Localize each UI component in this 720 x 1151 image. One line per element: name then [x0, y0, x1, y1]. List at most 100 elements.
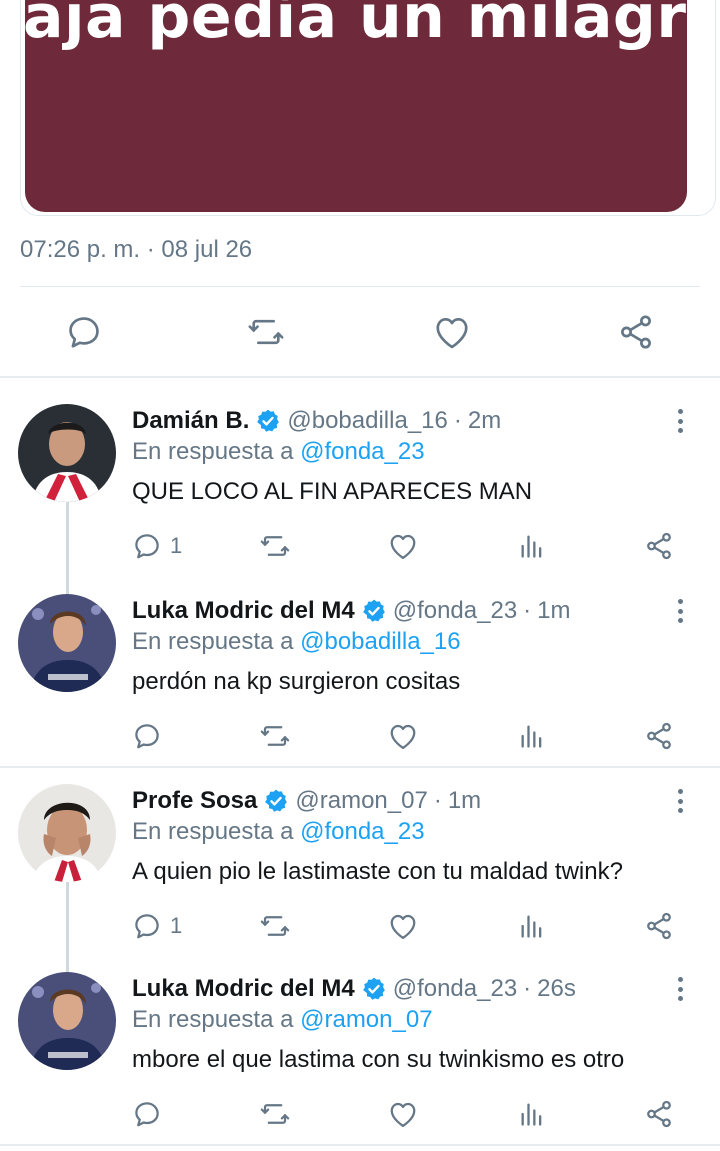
- analytics-button[interactable]: [518, 906, 546, 946]
- like-button[interactable]: [432, 312, 472, 352]
- reply-context: En respuesta a @fonda_23: [132, 438, 425, 466]
- more-options-icon[interactable]: [668, 596, 692, 626]
- retweet-icon: [248, 319, 284, 345]
- section-divider: [0, 376, 720, 378]
- tweet-header: Luka Modric del M4 @fonda_23 · 26s: [132, 972, 576, 1006]
- mention-link[interactable]: @fonda_23: [300, 818, 424, 845]
- tweet-header: Luka Modric del M4 @fonda_23 · 1m: [132, 594, 571, 628]
- share-button[interactable]: [644, 906, 674, 946]
- share-icon: [647, 722, 671, 750]
- tweet-text: mbore el que lastima con su twinkismo es…: [132, 1046, 625, 1073]
- tweet-text: A quien pio le lastimaste con tu maldad …: [132, 858, 623, 885]
- reply-icon: [69, 317, 99, 348]
- analytics-button[interactable]: [518, 1094, 546, 1134]
- avatar[interactable]: [18, 784, 116, 882]
- reply-count: 1: [170, 533, 183, 558]
- like-button[interactable]: [388, 716, 418, 756]
- reply-icon: [135, 1102, 159, 1127]
- reply-prefix: En respuesta a: [132, 628, 294, 655]
- separator-dot: ·: [523, 975, 532, 1002]
- like-button[interactable]: [388, 526, 418, 566]
- analytics-button[interactable]: [518, 716, 546, 756]
- display-name[interactable]: Profe Sosa: [132, 787, 257, 815]
- image-caption-text: aja pedía un milagro: [25, 0, 687, 52]
- reply-context: En respuesta a @ramon_07: [132, 1006, 433, 1034]
- tweet-image[interactable]: aja pedía un milagro: [25, 0, 687, 212]
- divider: [20, 286, 700, 287]
- verified-badge-icon: [361, 598, 387, 624]
- retweet-button[interactable]: [258, 906, 292, 946]
- mention-link[interactable]: @bobadilla_16: [300, 628, 461, 655]
- share-button[interactable]: [616, 312, 656, 352]
- separator-dot: ·: [453, 407, 462, 434]
- username[interactable]: @ramon_07: [295, 787, 427, 815]
- reply-icon: [135, 914, 159, 939]
- share-button[interactable]: [644, 716, 674, 756]
- like-button[interactable]: [388, 906, 418, 946]
- share-icon: [647, 1100, 671, 1128]
- analytics-icon: [521, 1103, 542, 1126]
- verified-badge-icon: [255, 408, 281, 434]
- tweet-actions: 1: [0, 526, 720, 566]
- relative-time: 1m: [537, 597, 571, 624]
- display-name[interactable]: Luka Modric del M4: [132, 975, 355, 1003]
- retweet-button[interactable]: [258, 1094, 292, 1134]
- reply-count: 1: [170, 913, 183, 938]
- share-icon: [621, 315, 651, 349]
- heart-icon: [390, 724, 416, 749]
- username[interactable]: @fonda_23: [393, 597, 517, 625]
- username[interactable]: @fonda_23: [393, 975, 517, 1003]
- display-name[interactable]: Luka Modric del M4: [132, 597, 355, 625]
- avatar[interactable]: [18, 404, 116, 502]
- media-card[interactable]: aja pedía un milagro: [20, 0, 716, 216]
- like-button[interactable]: [388, 1094, 418, 1134]
- thread-divider: [0, 766, 720, 768]
- mention-link[interactable]: @ramon_07: [300, 1006, 432, 1033]
- retweet-icon: [260, 916, 290, 936]
- reply-icon: [135, 534, 159, 559]
- more-options-icon[interactable]: [668, 974, 692, 1004]
- reply-tweet[interactable]: Luka Modric del M4 @fonda_23 · 26s En re…: [0, 972, 720, 1151]
- reply-tweet[interactable]: Luka Modric del M4 @fonda_23 · 1m En res…: [0, 594, 720, 784]
- verified-badge-icon: [263, 788, 289, 814]
- reply-context: En respuesta a @fonda_23: [132, 818, 425, 846]
- retweet-icon: [260, 1104, 290, 1124]
- tweet-actions: [0, 1094, 720, 1134]
- retweet-button[interactable]: [258, 526, 292, 566]
- mention-link[interactable]: @fonda_23: [300, 438, 424, 465]
- reply-button[interactable]: [132, 716, 170, 756]
- retweet-icon: [260, 726, 290, 746]
- share-icon: [647, 912, 671, 940]
- relative-time: 1m: [447, 787, 482, 814]
- reply-button[interactable]: 1: [132, 906, 182, 946]
- reply-icon: [135, 724, 159, 749]
- retweet-button[interactable]: [246, 312, 286, 352]
- more-options-icon[interactable]: [668, 786, 692, 816]
- verified-badge-icon: [361, 976, 387, 1002]
- relative-time: 26s: [537, 975, 576, 1002]
- reply-tweet[interactable]: Profe Sosa @ramon_07 · 1m En respuesta a…: [0, 784, 720, 974]
- heart-icon: [390, 1102, 416, 1127]
- heart-icon: [436, 317, 468, 349]
- avatar[interactable]: [18, 594, 116, 692]
- analytics-icon: [521, 535, 542, 558]
- tweet-text: QUE LOCO AL FIN APARECES MAN: [132, 478, 533, 505]
- share-icon: [647, 532, 671, 560]
- share-button[interactable]: [644, 526, 674, 566]
- reply-button[interactable]: 1: [132, 526, 182, 566]
- reply-button[interactable]: [132, 1094, 170, 1134]
- retweet-button[interactable]: [258, 716, 292, 756]
- retweet-icon: [260, 536, 290, 556]
- more-options-icon[interactable]: [668, 406, 692, 436]
- share-button[interactable]: [644, 1094, 674, 1134]
- analytics-icon: [521, 915, 542, 938]
- relative-time: 2m: [467, 407, 502, 434]
- display-name[interactable]: Damián B.: [132, 407, 249, 435]
- username[interactable]: @bobadilla_16: [287, 407, 448, 435]
- reply-tweet[interactable]: Damián B. @bobadilla_16 · 2m En respuest…: [0, 404, 720, 594]
- reply-prefix: En respuesta a: [132, 438, 294, 465]
- avatar[interactable]: [18, 972, 116, 1070]
- analytics-button[interactable]: [518, 526, 546, 566]
- reply-prefix: En respuesta a: [132, 1006, 294, 1033]
- reply-button[interactable]: [64, 312, 104, 352]
